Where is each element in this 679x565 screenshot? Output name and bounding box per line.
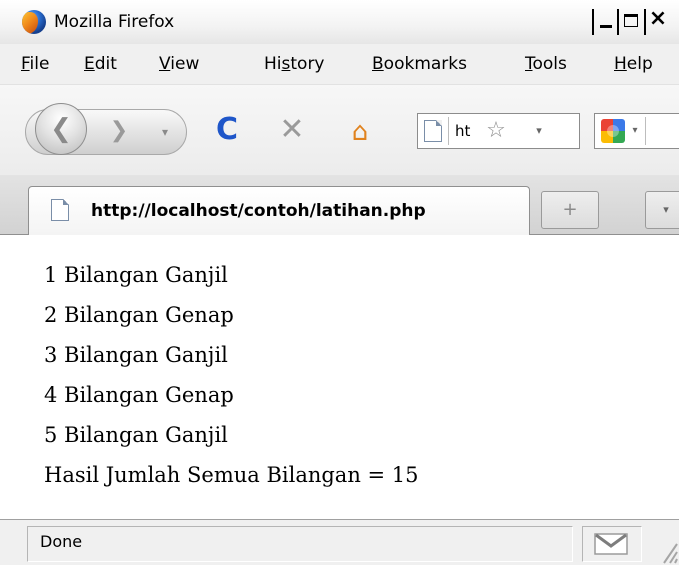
content-line: 3 Bilangan Ganjil (44, 343, 228, 367)
menu-bookmarks[interactable]: Bookmarks (372, 53, 467, 75)
content-line: 2 Bilangan Genap (44, 303, 234, 327)
navigation-toolbar: ❮ ❯ ▾ C ✕ ⌂ ht ☆ ▾ ▾ (0, 85, 679, 175)
status-bar: Done (0, 519, 679, 565)
gmail-notifier[interactable] (582, 526, 642, 562)
star-icon: ☆ (486, 118, 506, 143)
maximize-icon (624, 14, 638, 27)
menu-file[interactable]: File (21, 53, 49, 75)
google-icon[interactable] (601, 119, 625, 143)
plus-icon: + (562, 199, 578, 220)
gmail-icon (594, 533, 628, 555)
chevron-down-icon: ▾ (663, 203, 669, 216)
status-text: Done (40, 532, 83, 551)
history-dropdown-button[interactable]: ▾ (154, 116, 176, 148)
tab-title: http://localhost/contoh/latihan.php (91, 201, 426, 221)
url-bar[interactable]: ht ☆ ▾ (417, 113, 580, 149)
window-controls-divider (592, 9, 594, 35)
page-content: 1 Bilangan Ganjil 2 Bilangan Genap 3 Bil… (0, 235, 679, 519)
stop-icon: ✕ (279, 112, 305, 147)
reload-button[interactable]: C (212, 112, 242, 147)
minimize-icon (600, 25, 612, 28)
home-button[interactable]: ⌂ (344, 117, 376, 147)
stop-button[interactable]: ✕ (277, 112, 307, 147)
resize-grip-icon[interactable] (650, 530, 679, 564)
minimize-button[interactable] (596, 11, 616, 31)
window-title: Mozilla Firefox (54, 12, 175, 32)
forward-button[interactable]: ❯ (98, 113, 140, 149)
close-icon: × (648, 6, 668, 31)
menu-view[interactable]: View (159, 53, 199, 75)
chevron-down-icon: ▾ (161, 125, 169, 139)
status-text-panel (27, 526, 573, 562)
firefox-logo-icon (22, 10, 46, 34)
window-controls-divider (644, 9, 646, 35)
result-line: Hasil Jumlah Semua Bilangan = 15 (44, 463, 419, 487)
url-history-dropdown[interactable]: ▾ (528, 120, 550, 142)
forward-arrow-icon: ❯ (109, 118, 129, 143)
menu-history[interactable]: History (264, 53, 325, 75)
maximize-button[interactable] (621, 11, 641, 31)
content-line: 1 Bilangan Ganjil (44, 263, 228, 287)
back-button[interactable]: ❮ (35, 103, 87, 155)
close-button[interactable]: × (648, 6, 668, 31)
tab-list-button[interactable]: ▾ (645, 191, 679, 229)
tab-strip: http://localhost/contoh/latihan.php + ▾ (0, 175, 679, 235)
menu-tools[interactable]: Tools (525, 53, 567, 75)
reload-icon: C (215, 112, 239, 147)
search-divider (645, 117, 646, 145)
home-icon: ⌂ (351, 117, 369, 147)
new-tab-button[interactable]: + (541, 191, 599, 229)
window-controls-divider (617, 9, 619, 35)
menu-help[interactable]: Help (614, 53, 653, 75)
chevron-down-icon: ▾ (632, 125, 638, 136)
content-line: 4 Bilangan Genap (44, 383, 234, 407)
title-bar: Mozilla Firefox × (0, 0, 679, 45)
page-icon (51, 199, 69, 221)
bookmark-star-button[interactable]: ☆ (482, 116, 510, 146)
search-bar[interactable]: ▾ (594, 113, 679, 149)
search-engine-dropdown[interactable]: ▾ (627, 119, 643, 143)
content-line: 5 Bilangan Ganjil (44, 423, 228, 447)
page-icon (424, 120, 442, 142)
browser-window: Mozilla Firefox × File Edit View History… (0, 0, 679, 565)
menu-edit[interactable]: Edit (84, 53, 117, 75)
back-arrow-icon: ❮ (50, 114, 72, 144)
menu-bar: File Edit View History Bookmarks Tools H… (0, 44, 679, 85)
chevron-down-icon: ▾ (536, 124, 542, 137)
tab-active[interactable]: http://localhost/contoh/latihan.php (28, 186, 530, 235)
url-divider (448, 117, 449, 145)
url-input[interactable]: ht (455, 121, 470, 141)
